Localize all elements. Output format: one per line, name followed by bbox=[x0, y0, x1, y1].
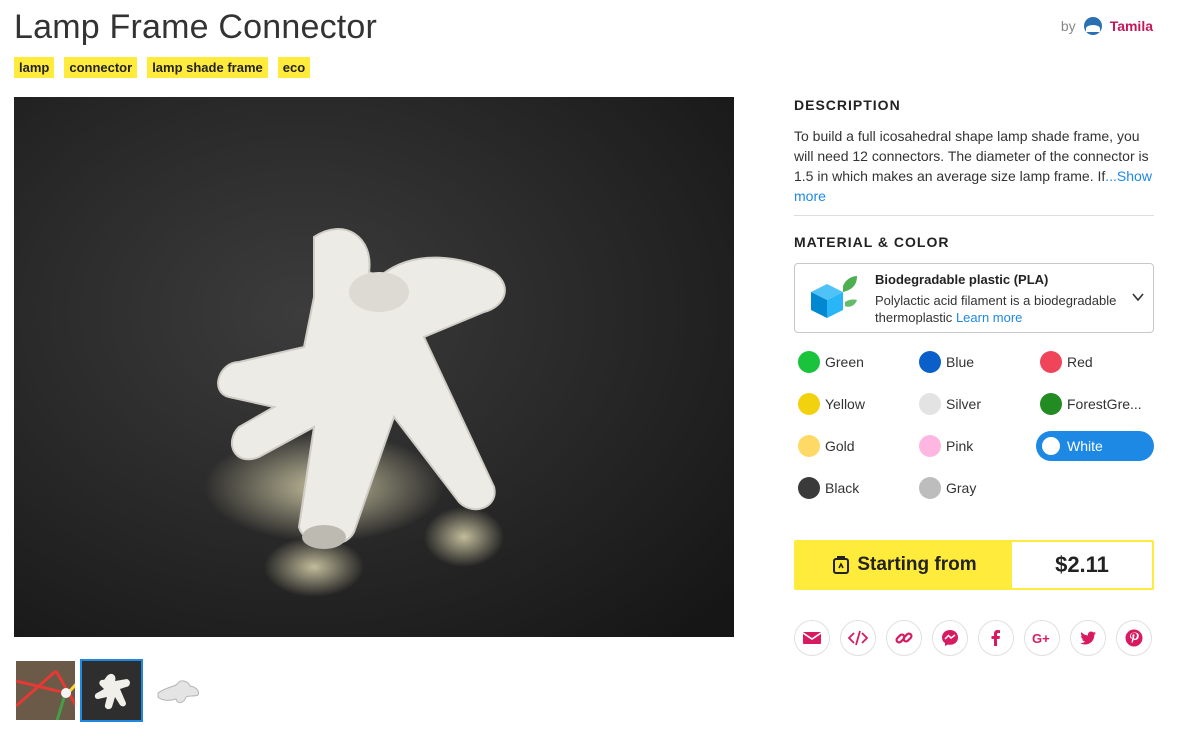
color-label: Yellow bbox=[825, 396, 865, 412]
color-label: White bbox=[1067, 438, 1103, 454]
description-heading: DESCRIPTION bbox=[794, 97, 901, 113]
description-body: To build a full icosahedral shape lamp s… bbox=[794, 128, 1149, 184]
author-info: by Tamila bbox=[1061, 17, 1153, 35]
avatar[interactable] bbox=[1083, 17, 1102, 35]
color-label: Black bbox=[825, 480, 860, 496]
color-swatch bbox=[1040, 393, 1062, 415]
color-option-forestgre[interactable]: ForestGre... bbox=[1036, 389, 1154, 419]
thumb-connector-photo[interactable] bbox=[80, 659, 143, 722]
color-swatch bbox=[919, 351, 941, 373]
color-options: Green Blue Red Yellow Silver ForestGre... Gold… bbox=[794, 347, 1154, 503]
product-details: DESCRIPTION To build a full icosahedral … bbox=[794, 97, 1154, 503]
color-option-red[interactable]: Red bbox=[1036, 347, 1154, 377]
color-label: Red bbox=[1067, 354, 1093, 370]
material-cube-icon bbox=[811, 276, 857, 318]
start-from-section[interactable]: Starting from bbox=[796, 542, 1012, 588]
learn-more-link[interactable]: Learn more bbox=[956, 310, 1022, 325]
material-selector[interactable]: Biodegradable plastic (PLA) Polylactic a… bbox=[794, 263, 1154, 333]
thumbnail-strip bbox=[14, 659, 209, 722]
thumb-connector-render[interactable] bbox=[146, 659, 209, 722]
color-swatch bbox=[919, 477, 941, 499]
facebook-icon[interactable] bbox=[978, 620, 1014, 656]
color-swatch bbox=[1040, 435, 1062, 457]
color-swatch bbox=[1040, 351, 1062, 373]
color-option-white[interactable]: White bbox=[1036, 431, 1154, 461]
color-swatch bbox=[919, 435, 941, 457]
color-swatch bbox=[798, 351, 820, 373]
color-option-blue[interactable]: Blue bbox=[915, 347, 1036, 377]
color-label: Blue bbox=[946, 354, 975, 370]
material-heading: MATERIAL & COLOR bbox=[794, 234, 950, 250]
buy-button[interactable]: Starting from $2.11 bbox=[794, 540, 1154, 590]
tag[interactable]: connector bbox=[64, 57, 138, 78]
author-link[interactable]: Tamila bbox=[1110, 18, 1153, 34]
print-bag-icon bbox=[833, 556, 850, 574]
tag[interactable]: lamp bbox=[14, 57, 55, 78]
color-option-gray[interactable]: Gray bbox=[915, 473, 1036, 503]
color-label: Gray bbox=[946, 480, 977, 496]
google-plus-icon[interactable]: G+ bbox=[1024, 620, 1060, 656]
color-option-black[interactable]: Black bbox=[794, 473, 915, 503]
thumb-frame-assembly[interactable] bbox=[14, 659, 77, 722]
messenger-icon[interactable] bbox=[932, 620, 968, 656]
chevron-down-icon bbox=[1132, 293, 1144, 302]
by-label: by bbox=[1060, 18, 1076, 34]
color-label: Silver bbox=[946, 396, 982, 412]
price: $2.11 bbox=[1055, 552, 1109, 577]
svg-text:G+: G+ bbox=[1032, 631, 1050, 646]
color-option-pink[interactable]: Pink bbox=[915, 431, 1036, 461]
tag-list: lamp connector lamp shade frame eco bbox=[14, 57, 311, 78]
color-option-green[interactable]: Green bbox=[794, 347, 915, 377]
color-swatch bbox=[798, 477, 820, 499]
color-swatch bbox=[798, 435, 820, 457]
tag[interactable]: eco bbox=[277, 57, 311, 78]
color-label: Green bbox=[825, 354, 864, 370]
description-text: To build a full icosahedral shape lamp s… bbox=[794, 126, 1154, 206]
material-description: Polylactic acid filament is a biodegrada… bbox=[875, 292, 1153, 326]
main-product-photo[interactable] bbox=[14, 97, 734, 637]
color-option-silver[interactable]: Silver bbox=[915, 389, 1036, 419]
color-swatch bbox=[798, 393, 820, 415]
color-label: Pink bbox=[946, 438, 974, 454]
twitter-icon[interactable] bbox=[1070, 620, 1106, 656]
color-label: ForestGre... bbox=[1067, 396, 1142, 412]
pinterest-icon[interactable] bbox=[1116, 620, 1152, 656]
link-icon[interactable] bbox=[886, 620, 922, 656]
embed-code-icon[interactable] bbox=[840, 620, 876, 656]
share-bar: G+ bbox=[794, 620, 1152, 656]
color-label: Gold bbox=[825, 438, 855, 454]
color-option-yellow[interactable]: Yellow bbox=[794, 389, 915, 419]
material-name: Biodegradable plastic (PLA) bbox=[875, 271, 1049, 287]
page-title: Lamp Frame Connector bbox=[14, 8, 378, 46]
color-option-gold[interactable]: Gold bbox=[794, 431, 915, 461]
color-swatch bbox=[919, 393, 941, 415]
divider bbox=[794, 215, 1154, 216]
starting-from-label: Starting from bbox=[857, 554, 977, 575]
email-icon[interactable] bbox=[794, 620, 830, 656]
tag[interactable]: lamp shade frame bbox=[147, 57, 268, 78]
